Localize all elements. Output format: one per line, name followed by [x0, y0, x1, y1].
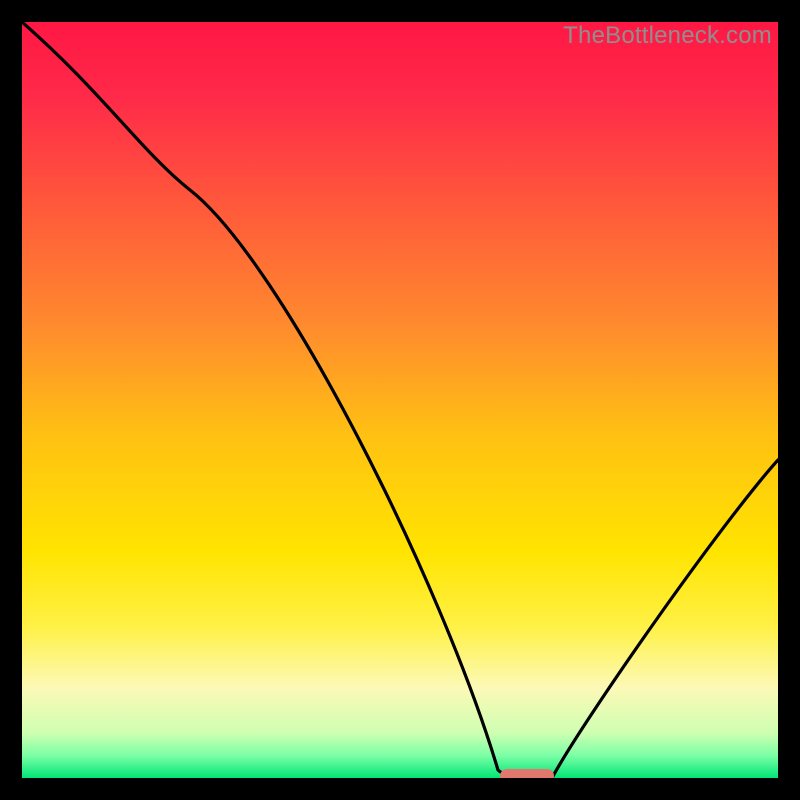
chart-frame: TheBottleneck.com — [0, 0, 800, 800]
gradient-background — [22, 22, 778, 778]
plot-area: TheBottleneck.com — [22, 22, 778, 778]
